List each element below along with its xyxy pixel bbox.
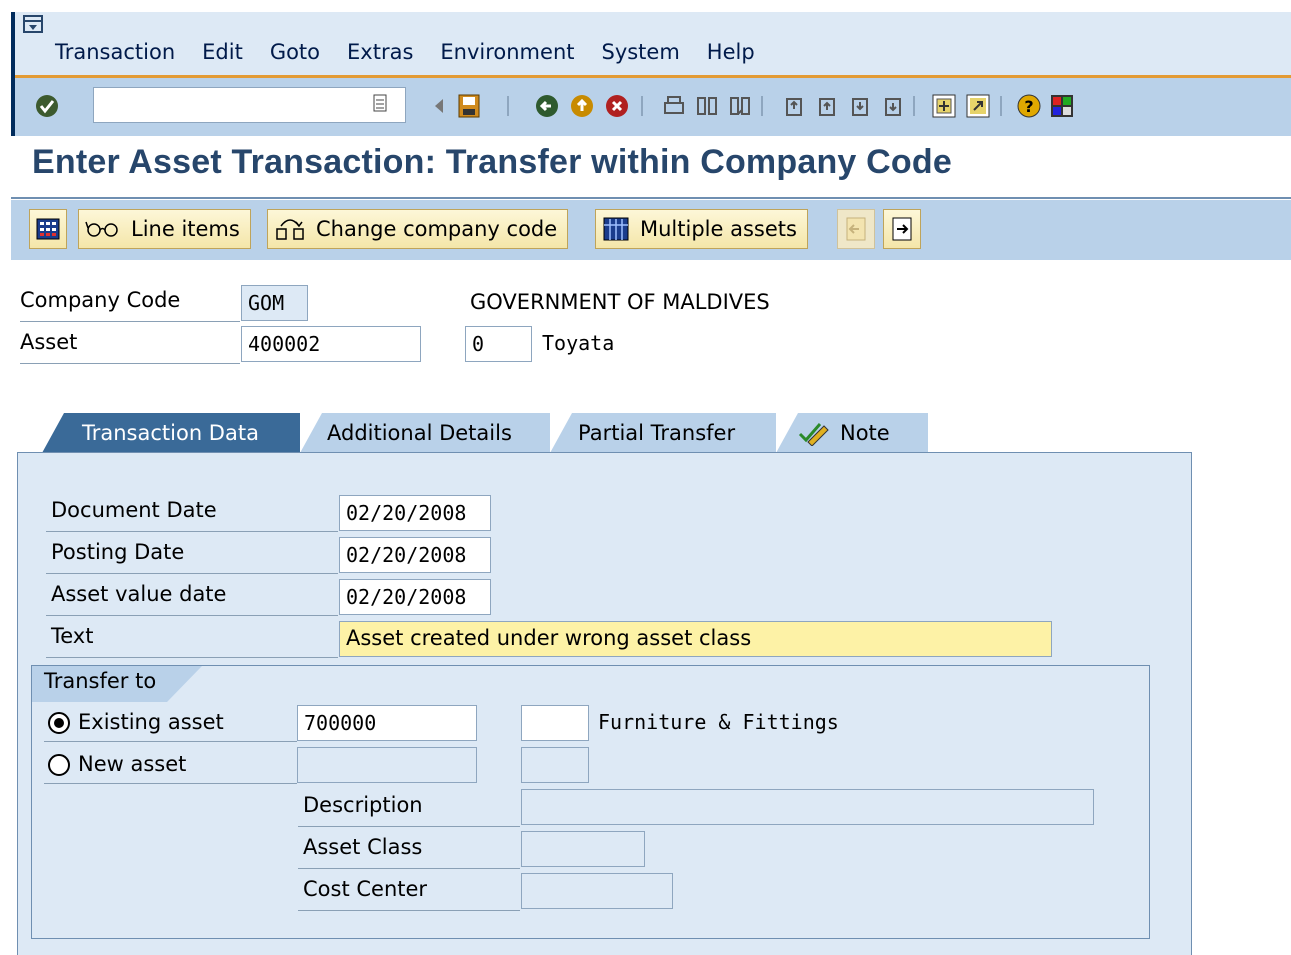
menu-system[interactable]: System bbox=[601, 40, 679, 64]
new-asset-label: New asset bbox=[78, 752, 187, 776]
tab-transaction-data-label: Transaction Data bbox=[82, 421, 259, 445]
transfer-to-title: Transfer to bbox=[32, 666, 202, 702]
new-asset-class-field bbox=[297, 747, 477, 783]
previous-page-icon[interactable] bbox=[813, 92, 841, 120]
standard-toolbar: ? bbox=[11, 78, 1291, 136]
description-label: Description bbox=[298, 793, 520, 827]
asset-description: Toyata bbox=[542, 331, 615, 355]
cancel-icon[interactable] bbox=[603, 92, 631, 120]
existing-asset-description: Furniture & Fittings bbox=[598, 710, 839, 734]
asset-class-label: Asset Class bbox=[298, 835, 520, 869]
company-code-field: GOM bbox=[241, 285, 308, 321]
existing-asset-label: Existing asset bbox=[78, 710, 224, 734]
company-name: GOVERNMENT OF MALDIVES bbox=[470, 290, 770, 314]
new-asset-option[interactable]: New asset bbox=[44, 748, 297, 784]
system-menu-icon[interactable] bbox=[23, 15, 43, 33]
menu-transaction[interactable]: Transaction bbox=[55, 40, 175, 64]
menu-help[interactable]: Help bbox=[707, 40, 755, 64]
cost-center-field bbox=[521, 873, 673, 909]
asset-value-date-label: Asset value date bbox=[46, 582, 338, 616]
enter-icon[interactable] bbox=[33, 92, 61, 120]
title-divider bbox=[11, 197, 1291, 199]
menu-goto[interactable]: Goto bbox=[270, 40, 320, 64]
help-icon[interactable]: ? bbox=[1015, 92, 1043, 120]
change-company-code-button[interactable]: Change company code bbox=[267, 209, 569, 249]
new-asset-subnumber-field bbox=[521, 747, 589, 783]
shortcut-icon[interactable] bbox=[964, 92, 992, 120]
text-label: Text bbox=[46, 624, 338, 658]
asset-subnumber-field[interactable]: 0 bbox=[465, 326, 532, 362]
svg-text:?: ? bbox=[1024, 97, 1033, 116]
tab-note[interactable]: Note bbox=[776, 413, 928, 453]
multiple-assets-label: Multiple assets bbox=[640, 217, 797, 241]
find-icon[interactable] bbox=[693, 92, 721, 120]
next-page-icon[interactable] bbox=[846, 92, 874, 120]
tab-additional-details-label: Additional Details bbox=[327, 421, 512, 445]
menu-extras[interactable]: Extras bbox=[347, 40, 413, 64]
existing-asset-subnumber-field[interactable] bbox=[521, 705, 589, 741]
note-pencil-icon bbox=[798, 423, 829, 446]
header-data-icon bbox=[36, 218, 60, 240]
line-items-button[interactable]: Line items bbox=[78, 209, 251, 249]
find-next-icon[interactable] bbox=[726, 92, 754, 120]
posting-date-field[interactable]: 02/20/2008 bbox=[339, 537, 491, 573]
text-field[interactable]: Asset created under wrong asset class bbox=[339, 621, 1052, 657]
application-toolbar: Line items Change company code Multiple … bbox=[11, 200, 1291, 260]
header-data-button[interactable] bbox=[29, 209, 67, 249]
exit-icon[interactable] bbox=[568, 92, 596, 120]
back-icon[interactable] bbox=[533, 92, 561, 120]
glasses-icon bbox=[85, 221, 118, 237]
asset-label: Asset bbox=[20, 330, 240, 364]
layout-icon[interactable] bbox=[1048, 92, 1076, 120]
tab-transaction-data[interactable]: Transaction Data bbox=[42, 413, 300, 453]
multiple-assets-icon bbox=[603, 217, 629, 241]
asset-value-date-field[interactable]: 02/20/2008 bbox=[339, 579, 491, 615]
multiple-assets-button[interactable]: Multiple assets bbox=[595, 209, 808, 249]
posting-date-label: Posting Date bbox=[46, 540, 338, 574]
menu-environment[interactable]: Environment bbox=[440, 40, 574, 64]
save-icon[interactable] bbox=[455, 92, 483, 120]
first-page-icon[interactable] bbox=[780, 92, 808, 120]
next-item-icon bbox=[892, 217, 912, 241]
create-session-icon[interactable] bbox=[930, 92, 958, 120]
document-date-label: Document Date bbox=[46, 498, 338, 532]
new-asset-radio[interactable] bbox=[48, 754, 70, 776]
command-field[interactable] bbox=[93, 87, 406, 123]
line-items-label: Line items bbox=[131, 217, 240, 241]
tab-partial-transfer-label: Partial Transfer bbox=[578, 421, 736, 445]
change-company-code-label: Change company code bbox=[316, 217, 558, 241]
tab-note-label: Note bbox=[840, 421, 890, 445]
existing-asset-option[interactable]: Existing asset bbox=[44, 706, 297, 742]
next-asset-button[interactable] bbox=[883, 209, 921, 249]
asset-class-field bbox=[521, 831, 645, 867]
back-arrow-icon[interactable] bbox=[425, 92, 453, 120]
menu-bar: Transaction Edit Goto Extras Environment… bbox=[11, 12, 1291, 78]
description-field bbox=[521, 789, 1094, 825]
print-icon[interactable] bbox=[660, 92, 688, 120]
existing-asset-radio[interactable] bbox=[48, 712, 70, 734]
menu-items: Transaction Edit Goto Extras Environment… bbox=[55, 40, 755, 64]
document-date-field[interactable]: 02/20/2008 bbox=[339, 495, 491, 531]
company-code-label: Company Code bbox=[20, 288, 240, 322]
command-history-icon[interactable] bbox=[373, 93, 387, 113]
existing-asset-number-field[interactable]: 700000 bbox=[297, 705, 477, 741]
asset-number-field[interactable]: 400002 bbox=[241, 326, 421, 362]
menu-edit[interactable]: Edit bbox=[202, 40, 243, 64]
tab-additional-details[interactable]: Additional Details bbox=[300, 413, 550, 453]
cost-center-label: Cost Center bbox=[298, 877, 520, 911]
page-title: Enter Asset Transaction: Transfer within… bbox=[32, 143, 952, 181]
last-page-icon[interactable] bbox=[879, 92, 907, 120]
previous-asset-button[interactable] bbox=[837, 209, 875, 249]
previous-item-icon bbox=[846, 217, 866, 241]
tab-partial-transfer[interactable]: Partial Transfer bbox=[550, 413, 776, 453]
change-company-code-icon bbox=[276, 219, 304, 240]
